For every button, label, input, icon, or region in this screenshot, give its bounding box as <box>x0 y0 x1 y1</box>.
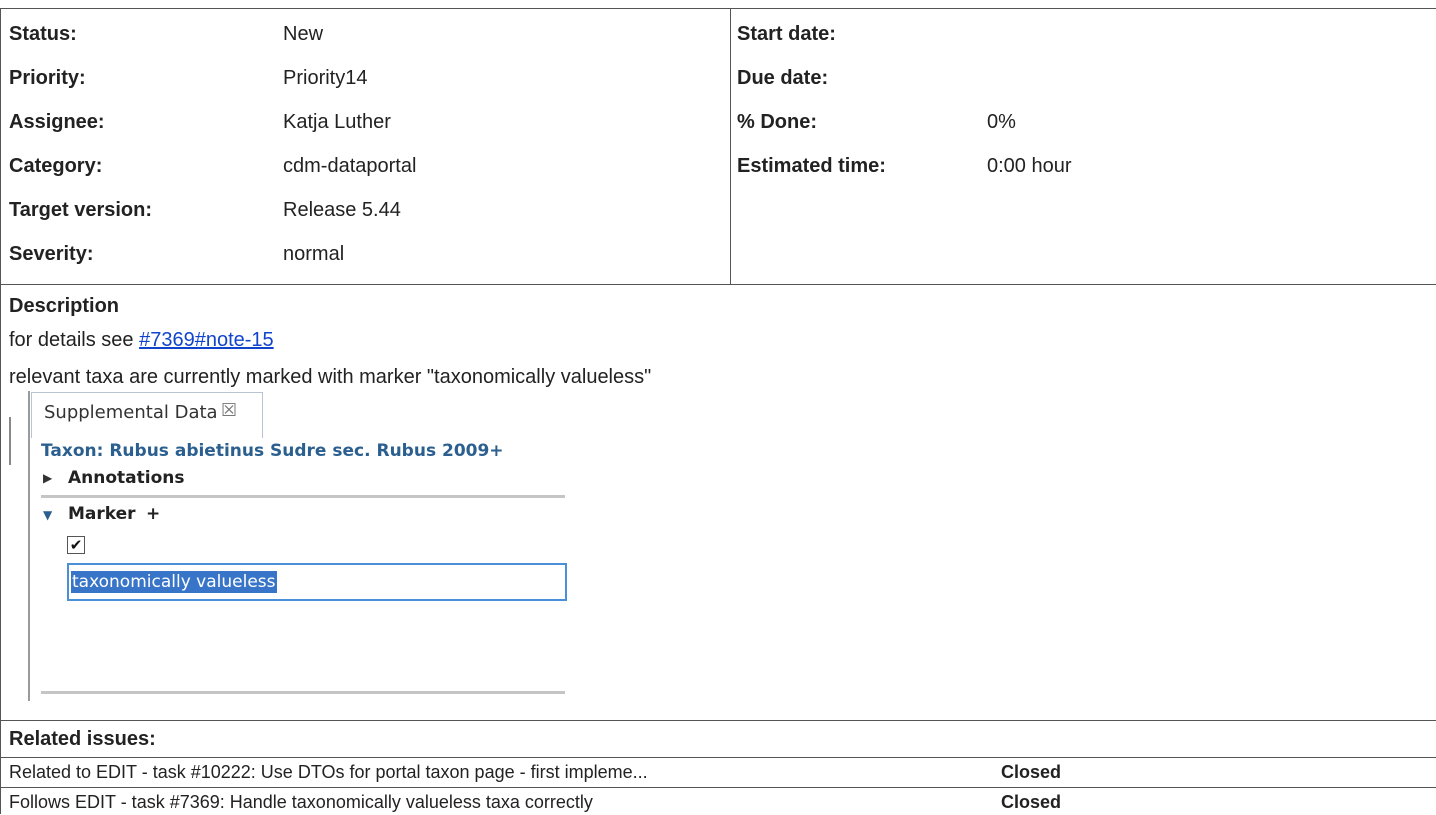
marker-checkbox: ✔ <box>67 536 85 554</box>
row-divider <box>1 757 1436 758</box>
screenshot-tab-border <box>28 391 30 701</box>
assignee-label: Assignee: <box>9 111 105 133</box>
marker-separator <box>41 691 565 694</box>
status-value: New <box>283 23 324 45</box>
screenshot-left-edge <box>9 417 11 465</box>
category-label: Category: <box>9 155 103 177</box>
target-version-label: Target version: <box>9 199 152 221</box>
severity-value: normal <box>283 243 345 265</box>
annotations-section-label: Annotations <box>68 468 185 488</box>
assignee-value[interactable]: Katja Luther <box>283 110 391 134</box>
triangle-down-icon: ▼ <box>43 508 53 522</box>
description-line-1: for details see #7369#note-15 <box>9 328 274 352</box>
related-issue-2-status: Closed <box>1001 792 1062 812</box>
done-ratio-label: % Done: <box>737 111 817 133</box>
related-issues-title: Related issues: <box>9 728 156 750</box>
priority-label: Priority: <box>9 67 86 89</box>
marker-type-field: taxonomically valueless <box>67 563 567 601</box>
description-prefix: for details see <box>9 329 140 351</box>
description-line-2: relevant taxa are currently marked with … <box>9 366 652 388</box>
related-issues: Related issues: Related to EDIT - task #… <box>1 720 1436 815</box>
related-issue-1[interactable]: Related to EDIT - task #10222: Use DTOs … <box>9 761 648 783</box>
status-label: Status: <box>9 23 77 45</box>
taxon-heading: Taxon: Rubus abietinus Sudre sec. Rubus … <box>41 441 504 461</box>
description-title: Description <box>9 295 120 317</box>
estimated-time-value: 0:00 hour <box>987 155 1072 177</box>
plus-icon: + <box>146 504 161 524</box>
row-divider <box>1 787 1436 788</box>
close-icon: ☒ <box>221 400 238 421</box>
column-divider <box>730 9 731 285</box>
start-date-label: Start date: <box>737 23 836 45</box>
annotations-separator <box>41 495 565 498</box>
related-issue-1-status: Closed <box>1001 762 1062 782</box>
issue-note-link[interactable]: #7369#note-15 <box>139 329 274 351</box>
marker-section-label: Marker <box>68 504 136 524</box>
embedded-screenshot: Supplemental Data ☒ Taxon: Rubus abietin… <box>1 391 567 701</box>
supplemental-data-tab-label: Supplemental Data <box>44 402 218 423</box>
category-value: cdm-dataportal <box>283 155 417 177</box>
marker-type-selected-text: taxonomically valueless <box>71 571 277 593</box>
priority-value: Priority14 <box>283 67 368 89</box>
due-date-label: Due date: <box>737 67 829 89</box>
supplemental-data-tab: Supplemental Data ☒ <box>31 392 263 438</box>
done-ratio-value: 0% <box>987 111 1016 133</box>
estimated-time-label: Estimated time: <box>737 155 886 177</box>
related-issue-2[interactable]: Follows EDIT - task #7369: Handle taxono… <box>9 791 593 813</box>
related-top-border <box>1 720 1436 721</box>
triangle-right-icon: ▶ <box>43 471 53 485</box>
issue-attributes: Status: New Priority: Priority14 Assigne… <box>1 9 1436 285</box>
severity-label: Severity: <box>9 243 94 265</box>
target-version-value[interactable]: Release 5.44 <box>283 198 401 222</box>
issue-details-frame: Status: New Priority: Priority14 Assigne… <box>0 8 1436 814</box>
